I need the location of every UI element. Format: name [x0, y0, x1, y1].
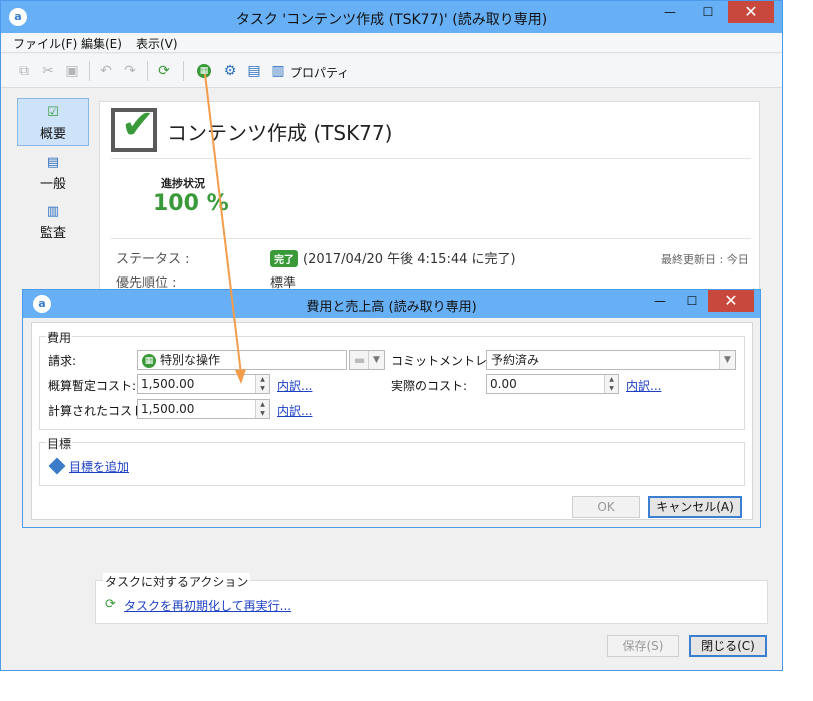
task-actions-title: タスクに対するアクション [103, 573, 251, 590]
toolbar-separator [89, 61, 90, 81]
paste-icon[interactable]: ▣ [63, 61, 81, 81]
save-button[interactable]: 保存(S) [607, 635, 679, 657]
estimated-cost-label: 概算暫定コスト: [48, 379, 137, 393]
goal-groupbox [39, 442, 745, 486]
redo-icon[interactable]: ↷ [121, 61, 139, 81]
actual-cost-breakdown-link[interactable]: 内訳... [626, 377, 661, 394]
dialog-title-bar[interactable]: a 費用と売上高 (読み取り専用) — ☐ ✕ [23, 290, 760, 318]
properties-button[interactable]: プロパティ [290, 64, 349, 81]
estimated-cost-input[interactable]: 1,500.00 ▲ ▼ [137, 374, 270, 394]
goal-group-title: 目標 [46, 435, 73, 452]
checkmark-icon: ✔ [121, 102, 155, 148]
billing-select[interactable]: ▦ 特別な操作 [137, 350, 347, 370]
divider [111, 238, 751, 239]
folder-icon: ▬ [354, 353, 366, 367]
close-button[interactable]: 閉じる(C) [689, 635, 767, 657]
menu-view[interactable]: 表示(V) [136, 35, 178, 52]
commitment-value: 予約済み [491, 353, 540, 367]
calculated-cost-value: 1,500.00 [141, 402, 195, 416]
copy-icon[interactable]: ⧉ [15, 61, 33, 81]
spin-down-icon[interactable]: ▼ [256, 384, 269, 393]
estimated-cost-value: 1,500.00 [141, 377, 195, 391]
nav-item-label: 概要 [39, 127, 66, 142]
minimize-button[interactable]: — [646, 290, 674, 312]
progress-value: 100 % [153, 191, 229, 216]
estimated-cost-breakdown-link[interactable]: 内訳... [277, 377, 312, 394]
close-dialog-button[interactable]: ✕ [708, 290, 754, 312]
menu-file[interactable]: ファイル(F) [13, 35, 77, 52]
title-bar[interactable]: a タスク 'コンテンツ作成 (TSK77)' (読み取り専用) — ☐ ✕ [1, 1, 782, 33]
spin-buttons[interactable]: ▲ ▼ [255, 375, 269, 393]
toolbar: ⧉ ✂ ▣ ↶ ↷ ⟳ ▦ ⚙ ▤ ▥ プロパティ [1, 54, 782, 88]
chevron-down-icon: ▼ [368, 351, 384, 369]
calculated-cost-label: 計算されたコスト: [48, 404, 149, 418]
cancel-button[interactable]: キャンセル(A) [648, 496, 742, 518]
cost-revenue-icon[interactable]: ▦ [195, 61, 213, 81]
task-title: コンテンツ作成 (TSK77) [167, 121, 393, 145]
undo-icon[interactable]: ↶ [97, 61, 115, 81]
calculated-cost-breakdown-link[interactable]: 内訳... [277, 402, 312, 419]
spin-down-icon[interactable]: ▼ [605, 384, 618, 393]
actual-cost-label: 実際のコスト: [391, 379, 468, 393]
checkbox-icon: ☑ [47, 105, 59, 120]
maximize-button[interactable]: ☐ [678, 290, 706, 312]
nav-item-overview[interactable]: ☑ 概要 [17, 98, 89, 146]
operation-icon: ▦ [142, 353, 156, 368]
spin-down-icon[interactable]: ▼ [256, 409, 269, 418]
actual-cost-value: 0.00 [490, 377, 517, 391]
close-window-button[interactable]: ✕ [728, 1, 774, 23]
clipboard-icon: ▤ [46, 155, 60, 170]
maximize-button[interactable]: ☐ [694, 1, 722, 23]
billing-value: 特別な操作 [160, 353, 221, 367]
refresh-icon[interactable]: ⟳ [155, 61, 173, 81]
nav-item-audit[interactable]: ▥ 監査 [17, 198, 89, 246]
last-updated: 最終更新日 : 今日 [661, 253, 749, 266]
minimize-button[interactable]: — [656, 1, 684, 23]
status-badge: 完了 [270, 250, 298, 267]
nav-item-general[interactable]: ▤ 一般 [17, 149, 89, 197]
calculated-cost-input[interactable]: 1,500.00 ▲ ▼ [137, 399, 270, 419]
spin-up-icon[interactable]: ▲ [605, 375, 618, 384]
chevron-down-icon: ▼ [719, 351, 735, 369]
toolbar-separator [147, 61, 148, 81]
ok-button[interactable]: OK [572, 496, 640, 518]
divider [111, 158, 751, 159]
cut-icon[interactable]: ✂ [39, 61, 57, 81]
document-tag-icon[interactable]: ▤ [245, 61, 263, 81]
settings-icon[interactable]: ⚙ [221, 61, 239, 81]
toolbar-separator [183, 61, 184, 81]
spin-buttons[interactable]: ▲ ▼ [255, 400, 269, 418]
status-text: (2017/04/20 午後 4:15:44 に完了) [303, 252, 516, 267]
properties-icon[interactable]: ▥ [269, 61, 287, 81]
audit-icon: ▥ [46, 204, 60, 219]
actual-cost-input[interactable]: 0.00 ▲ ▼ [486, 374, 619, 394]
cost-group-title: 費用 [46, 329, 73, 346]
commitment-select[interactable]: 予約済み ▼ [486, 350, 736, 370]
spin-up-icon[interactable]: ▲ [256, 400, 269, 409]
nav-item-label: 監査 [39, 226, 66, 241]
reinitialize-task-link[interactable]: タスクを再初期化して再実行... [124, 597, 291, 614]
progress-label: 進捗状況 [161, 177, 205, 190]
status-label: ステータス : [116, 252, 190, 267]
billing-folder-select[interactable]: ▬ ▼ [349, 350, 385, 370]
menu-bar: ファイル(F) 編集(E) 表示(V) [1, 33, 782, 53]
spin-up-icon[interactable]: ▲ [256, 375, 269, 384]
nav-item-label: 一般 [39, 177, 66, 192]
spin-buttons[interactable]: ▲ ▼ [604, 375, 618, 393]
menu-edit[interactable]: 編集(E) [81, 35, 122, 52]
reinitialize-icon: ⟳ [105, 597, 116, 612]
add-goal-link[interactable]: 目標を追加 [69, 458, 129, 475]
billing-label: 請求: [48, 354, 77, 368]
